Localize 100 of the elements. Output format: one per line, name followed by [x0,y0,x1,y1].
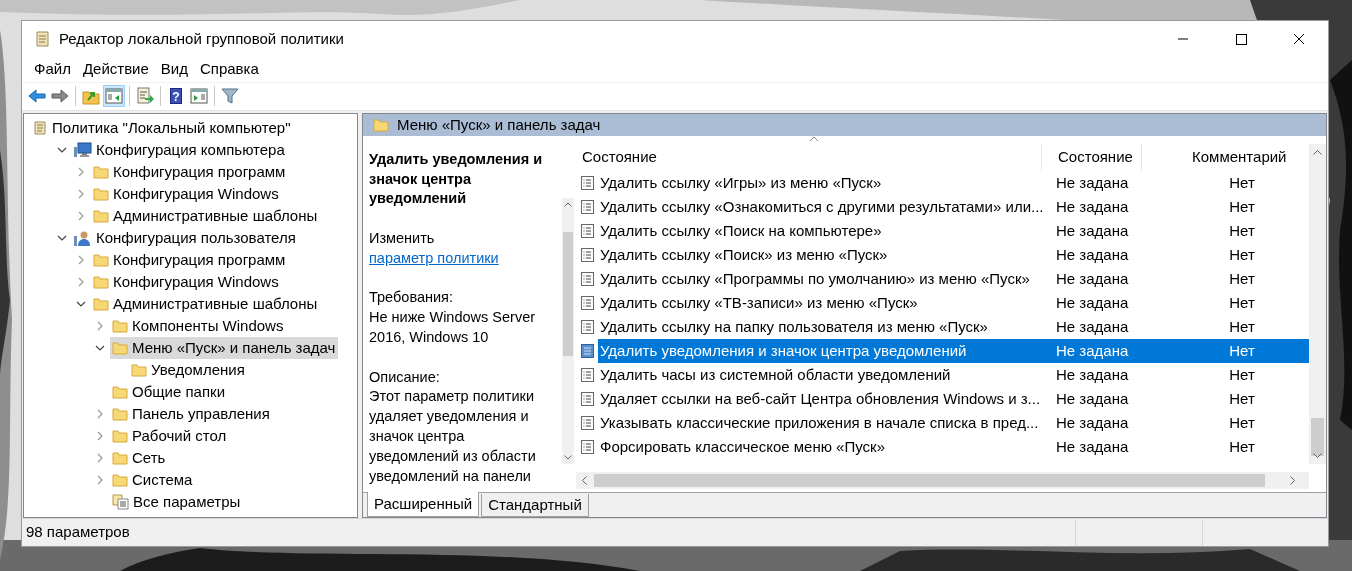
menu-item[interactable]: Файл [28,58,77,81]
tree-item[interactable]: Конфигурация компьютера [72,138,288,161]
comment-cell-text: Нет [1228,244,1256,265]
folder-icon [131,362,147,377]
chevron-right-icon[interactable] [78,166,84,177]
chevron-right-icon[interactable] [78,188,84,199]
scroll-thumb[interactable] [563,231,573,356]
tree-item[interactable]: Рабочий стол [110,424,230,447]
column-header[interactable]: Состояние [1042,143,1142,171]
policy-link[interactable]: параметр политики [369,248,499,269]
export-list-icon [136,87,154,106]
comment-cell: Нет [1142,338,1312,363]
back-arrow-icon [28,87,46,106]
tree-item[interactable]: Конфигурация программ [91,160,289,183]
chevron-down-icon[interactable] [57,146,67,153]
setting-icon [580,343,594,358]
menu-item[interactable]: Действие [76,58,155,81]
chevron-right-icon[interactable] [97,474,103,485]
chevron-down-icon[interactable] [95,344,105,351]
tree-item[interactable]: Конфигурация Windows [91,270,282,293]
folder-icon [112,340,128,355]
tree-item[interactable]: Административные шаблоны [91,292,321,315]
column-header[interactable]: Состояние [576,143,1042,171]
tree-item[interactable]: Компоненты Windows [110,314,287,337]
chevron-right-icon[interactable] [78,210,84,221]
scroll-down-icon[interactable] [564,454,572,460]
comment-cell-text: Нет [1228,196,1256,217]
state-cell-text: Не задана [1055,196,1130,217]
status-text: 98 параметров [25,522,131,543]
state-cell-text: Не задана [1055,244,1130,265]
scroll-left-icon[interactable] [582,476,587,486]
folder-icon [112,384,128,399]
view-tab[interactable]: Стандартный [481,494,589,518]
comment-cell-text: Нет [1228,388,1256,409]
scrollbar[interactable] [576,472,1309,490]
tree-pane-icon [105,87,123,106]
folder-icon [93,296,109,311]
scroll-thumb[interactable] [594,474,1265,488]
tree-item[interactable]: Панель управления [110,402,273,425]
description-text: Этот параметр политики удаляет уведомления и значок центра уведомлений из области уведомлений на панели [369,387,537,486]
scroll-up-icon[interactable] [564,201,572,207]
state-cell-text: Не задана [1055,316,1130,337]
comment-cell-text: Нет [1228,412,1256,433]
tree-item[interactable]: Сеть [110,446,169,469]
view-tab[interactable]: Расширенный [367,492,480,518]
tree-item[interactable]: Меню «Пуск» и панель задач [110,336,339,359]
policy-name-cell[interactable]: Удалить ссылку «Поиск на компьютере» [598,218,1042,243]
policy-name-cell[interactable]: Удалить часы из системной области уведомлений [598,362,1042,387]
scroll-icon [33,30,51,48]
close-icon [1292,32,1306,46]
scroll-down-icon[interactable] [1313,452,1322,458]
menu-item[interactable]: Справка [194,58,265,81]
tree-item[interactable]: Административные шаблоны [91,204,321,227]
policy-name-cell[interactable]: Удалить ссылку «Ознакомиться с другими результатами» или... [598,194,1042,219]
policy-name-cell[interactable]: Удалить ссылку «ТВ-записи» из меню «Пуск» [598,290,1042,315]
comment-cell-text: Нет [1228,268,1256,289]
scroll-up-icon[interactable] [1313,149,1322,155]
tree-item[interactable]: Политика "Локальный компьютер" [30,116,294,139]
scroll-thumb[interactable] [1311,417,1324,456]
setting-icon [580,367,594,382]
policy-name-cell[interactable]: Удалить ссылку «Поиск» из меню «Пуск» [598,242,1042,267]
policy-name-cell[interactable]: Форсировать классическое меню «Пуск» [598,434,1042,459]
chevron-down-icon[interactable] [76,300,86,307]
tree-item[interactable]: Конфигурация программ [91,248,289,271]
policy-name-cell[interactable]: Указывать классические приложения в начале списка в пред... [598,410,1042,435]
forward-arrow-icon [51,87,69,106]
tree-item[interactable]: Все параметры [110,490,244,513]
tree-item[interactable]: Конфигурация Windows [91,182,282,205]
policy-name-cell[interactable]: Удалить уведомления и значок центра уведомлений [598,338,1042,363]
folder-icon [93,208,109,223]
comment-cell-text: Нет [1228,364,1256,385]
help-button[interactable]: ? [165,85,187,108]
chevron-right-icon[interactable] [97,430,103,441]
toolbar-button[interactable] [103,85,125,108]
policy-name-cell[interactable]: Удалить ссылку «Игры» из меню «Пуск» [598,170,1042,195]
menu-item[interactable]: Вид [154,58,194,81]
chevron-right-icon[interactable] [97,452,103,463]
state-cell-text: Не задана [1055,268,1130,289]
tree-item[interactable]: Уведомления [129,358,248,381]
policy-name-cell[interactable]: Удаляет ссылки на веб-сайт Центра обновления Windows и з... [598,386,1042,411]
setting-icon [580,295,594,310]
tree-item[interactable]: Общие папки [110,380,229,403]
maximize-icon [1234,32,1248,46]
policy-name-cell[interactable]: Удалить ссылку на папку пользователя из меню «Пуск» [598,314,1042,339]
setting-icon [580,175,594,190]
chevron-right-icon[interactable] [97,320,103,331]
scrollbar[interactable] [1309,143,1326,464]
chevron-down-icon[interactable] [57,234,67,241]
chevron-right-icon[interactable] [97,408,103,419]
state-cell-text: Не задана [1055,388,1130,409]
folder-icon [112,472,128,487]
scrollbar[interactable] [562,197,574,464]
tree-item[interactable]: Система [110,468,196,491]
policy-name-cell[interactable]: Удалить ссылку «Программы по умолчанию» из меню «Пуск» [598,266,1042,291]
tree-item[interactable]: Конфигурация пользователя [72,226,299,249]
chevron-right-icon[interactable] [78,254,84,265]
scroll-right-icon[interactable] [1290,476,1295,486]
window-title: Редактор локальной групповой политики [59,28,344,49]
column-header[interactable]: Комментарий [1142,143,1312,171]
chevron-right-icon[interactable] [78,276,84,287]
